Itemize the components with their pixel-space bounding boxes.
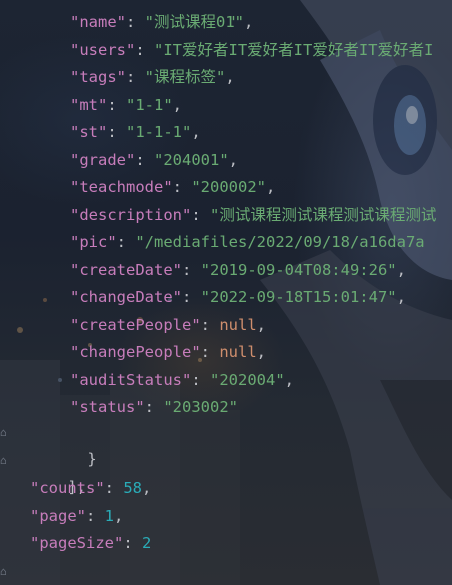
comma: , <box>256 343 266 361</box>
json-value: "/mediafiles/2022/09/18/a16da7a <box>135 233 425 251</box>
code-line: "name": "测试课程01", <box>70 9 253 36</box>
code-line-close-array: ], <box>30 447 86 496</box>
code-line: "users": "IT爱好者IT爱好者IT爱好者IT爱好者I <box>70 37 433 64</box>
code-line: "mt": "1-1", <box>70 92 182 119</box>
comma: , <box>284 370 294 389</box>
colon: : <box>107 123 126 141</box>
json-key: "changePeople" <box>70 343 201 361</box>
code-editor[interactable]: " "name": "测试课程01", "users": "IT爱好者IT爱好者I… <box>0 0 452 585</box>
json-value: "2022-09-18T15:01:47" <box>200 288 397 306</box>
colon: : <box>191 370 210 389</box>
comma: , <box>191 123 201 141</box>
comma: , <box>228 150 238 169</box>
json-value: "课程标签" <box>144 68 226 86</box>
code-line-close-root: } <box>10 558 57 585</box>
colon: : <box>116 233 136 251</box>
code-line: "auditStatus": "202004", <box>70 367 294 394</box>
json-value: "2019-09-04T08:49:26" <box>200 260 397 279</box>
colon: : <box>126 13 145 31</box>
json-key: "pic" <box>70 233 117 251</box>
json-value: "204001" <box>154 150 229 169</box>
json-key: "status" <box>70 398 145 416</box>
code-line: "pic": "/mediafiles/2022/09/18/a16da7a <box>70 229 425 256</box>
code-line: "changePeople": null, <box>70 339 266 366</box>
code-line: "description": "测试课程测试课程测试课程测试 <box>70 202 436 229</box>
colon: : <box>86 506 105 525</box>
comma: , <box>265 178 276 196</box>
json-value: "测试课程01" <box>144 13 244 31</box>
code-line: "page": 1, <box>30 503 123 530</box>
closing-brace: } <box>87 450 97 468</box>
json-key: "tags" <box>70 68 126 86</box>
colon: : <box>191 205 210 224</box>
colon: : <box>200 343 220 361</box>
colon: : <box>181 288 201 306</box>
comma: , <box>172 95 183 114</box>
comma: , <box>396 288 406 306</box>
code-line: "status": "203002" <box>70 394 238 421</box>
json-key: "changeDate" <box>70 288 182 306</box>
code-line: "counts": 58, <box>30 475 151 502</box>
code-line: "tags": "课程标签", <box>70 64 235 91</box>
colon: : <box>200 315 220 334</box>
code-line: "grade": "204001", <box>70 147 238 174</box>
json-key: "counts" <box>30 479 105 497</box>
colon: : <box>123 534 142 552</box>
json-value: "IT爱好者IT爱好者IT爱好者IT爱好者I <box>154 40 434 59</box>
comma: , <box>244 13 254 31</box>
json-value: "202004" <box>210 370 285 389</box>
json-key: "grade" <box>70 150 136 169</box>
comma: , <box>396 260 406 279</box>
colon: : <box>107 95 126 114</box>
json-key: "auditStatus" <box>70 370 192 389</box>
colon: : <box>144 398 164 416</box>
colon: : <box>181 260 201 279</box>
json-value: 58 <box>123 479 142 497</box>
json-key: "createPeople" <box>70 315 201 334</box>
json-value: 2 <box>142 534 152 552</box>
code-line: "st": "1-1-1", <box>70 119 201 146</box>
colon: : <box>126 68 145 86</box>
comma: , <box>142 479 152 497</box>
json-key: "description" <box>70 205 192 224</box>
code-line: "teachmode": "200002", <box>70 174 275 201</box>
comma: , <box>225 68 235 86</box>
json-key: "users" <box>70 40 136 59</box>
json-value: "203002" <box>163 398 238 416</box>
colon: : <box>135 150 154 169</box>
code-line: "changeDate": "2022-09-18T15:01:47", <box>70 284 406 311</box>
json-value: null <box>219 343 257 361</box>
json-key: "teachmode" <box>70 178 173 196</box>
comma: , <box>114 506 124 525</box>
json-key: "createDate" <box>70 260 182 279</box>
json-key: "st" <box>70 123 108 141</box>
code-line-partial: " <box>190 0 236 31</box>
fold-icon[interactable]: ⌂ <box>0 427 10 439</box>
json-value: "1-1" <box>126 95 173 114</box>
fold-icon[interactable]: ⌂ <box>0 455 10 467</box>
code-line: "createPeople": null, <box>70 312 266 339</box>
code-line-close-object: } <box>50 419 96 468</box>
code-line: "pageSize": 2 <box>30 530 151 557</box>
json-value: null <box>219 315 257 334</box>
json-key: "pageSize" <box>30 534 124 552</box>
json-key: "name" <box>70 13 126 31</box>
json-value: 1 <box>104 506 115 525</box>
fold-icon[interactable]: ⌂ <box>0 566 10 578</box>
json-value: "1-1-1" <box>126 123 192 141</box>
comma: , <box>256 315 266 334</box>
json-key: "mt" <box>70 95 108 114</box>
json-key: "page" <box>30 506 86 525</box>
code-line: "createDate": "2019-09-04T08:49:26", <box>70 257 406 284</box>
colon: : <box>135 40 154 59</box>
colon: : <box>172 178 192 196</box>
json-value: "测试课程测试课程测试课程测试 <box>210 205 437 224</box>
colon: : <box>104 479 124 497</box>
json-value: "200002" <box>191 178 266 196</box>
